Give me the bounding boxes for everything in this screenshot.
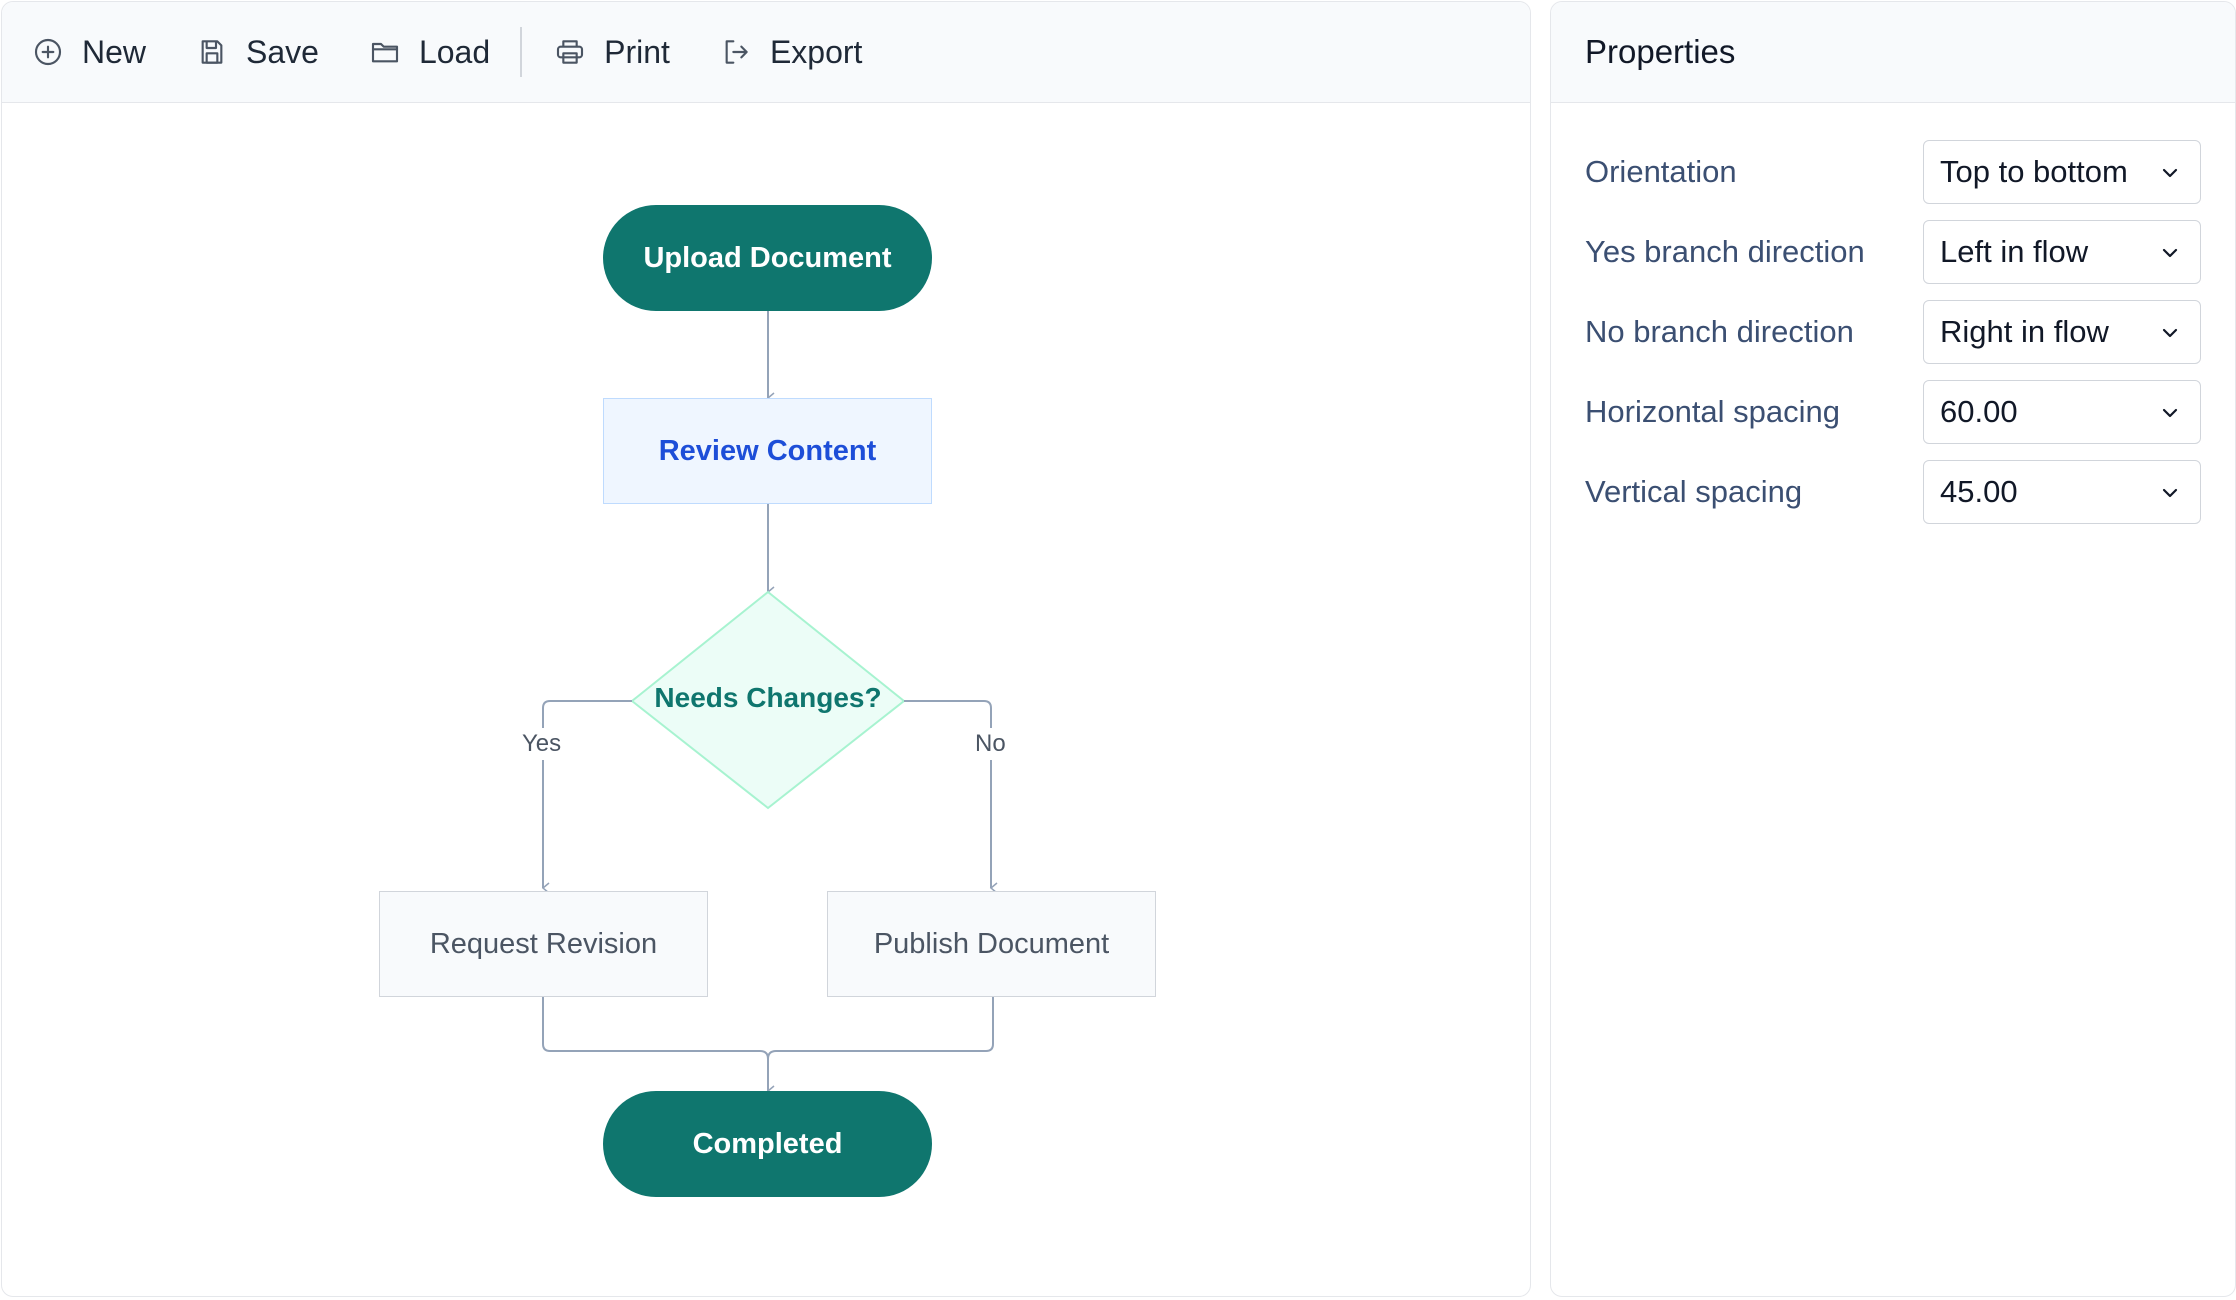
yes-branch-direction-select[interactable]: Left in flow xyxy=(1923,220,2201,284)
folder-icon xyxy=(369,36,401,68)
chevron-down-icon xyxy=(2162,328,2178,338)
property-yes-branch-direction: Yes branch direction Left in flow xyxy=(1585,220,2205,284)
print-label: Print xyxy=(604,33,670,70)
property-no-branch-direction: No branch direction Right in flow xyxy=(1585,300,2205,364)
node-publish-document[interactable]: Publish Document xyxy=(827,891,1156,997)
property-label: Orientation xyxy=(1585,154,1737,189)
properties-title: Properties xyxy=(1551,2,2235,103)
toolbar-divider xyxy=(520,27,523,77)
node-upload-document[interactable]: Upload Document xyxy=(603,205,932,311)
horizontal-spacing-select[interactable]: 60.00 xyxy=(1923,380,2201,444)
node-review-content-label: Review Content xyxy=(658,434,877,467)
node-upload-document-label: Upload Document xyxy=(643,241,892,274)
save-button[interactable]: Save xyxy=(196,22,319,82)
print-button[interactable]: Print xyxy=(554,22,670,82)
select-value: 45.00 xyxy=(1940,474,2018,509)
new-button[interactable]: New xyxy=(32,22,146,82)
node-needs-changes-label[interactable]: Needs Changes? xyxy=(618,682,918,714)
new-label: New xyxy=(82,33,147,70)
load-button[interactable]: Load xyxy=(369,22,490,82)
app-window: New Save Load Print Export Upload Docume… xyxy=(0,0,2236,1300)
diagram-canvas-panel: New Save Load Print Export Upload Docume… xyxy=(1,1,1531,1297)
connector-merge-right xyxy=(767,997,994,1060)
select-value: Left in flow xyxy=(1940,234,2089,269)
printer-icon xyxy=(554,36,586,68)
property-label: Vertical spacing xyxy=(1585,474,1803,509)
node-completed-label: Completed xyxy=(692,1127,843,1160)
orientation-select[interactable]: Top to bottom xyxy=(1923,140,2201,204)
property-label: No branch direction xyxy=(1585,314,1854,349)
select-value: 60.00 xyxy=(1940,394,2018,429)
node-completed[interactable]: Completed xyxy=(603,1091,932,1197)
property-label: Yes branch direction xyxy=(1585,234,1865,269)
toolbar: New Save Load Print Export xyxy=(2,2,1530,103)
plus-circle-icon xyxy=(32,36,64,68)
chevron-down-icon xyxy=(2162,248,2178,258)
flowchart-diagram: Upload Document Review Content Needs Cha… xyxy=(2,104,1530,1296)
select-value: Right in flow xyxy=(1940,314,2109,349)
load-label: Load xyxy=(418,33,491,70)
node-review-content[interactable]: Review Content xyxy=(603,398,932,504)
property-vertical-spacing: Vertical spacing 45.00 xyxy=(1585,460,2205,524)
vertical-spacing-select[interactable]: 45.00 xyxy=(1923,460,2201,524)
edge-label-yes: Yes xyxy=(518,728,566,760)
node-request-revision-label: Request Revision xyxy=(429,927,658,960)
node-publish-document-label: Publish Document xyxy=(873,927,1110,960)
chevron-down-icon xyxy=(2162,408,2178,418)
properties-panel: Properties Orientation Top to bottom Yes… xyxy=(1550,1,2236,1297)
export-icon xyxy=(720,36,752,68)
property-orientation: Orientation Top to bottom xyxy=(1585,140,2205,204)
node-request-revision[interactable]: Request Revision xyxy=(379,891,708,997)
property-horizontal-spacing: Horizontal spacing 60.00 xyxy=(1585,380,2205,444)
export-label: Export xyxy=(769,33,863,70)
chevron-down-icon xyxy=(2162,168,2178,178)
connector-merge-left xyxy=(542,997,769,1060)
export-button[interactable]: Export xyxy=(720,22,862,82)
no-branch-direction-select[interactable]: Right in flow xyxy=(1923,300,2201,364)
property-label: Horizontal spacing xyxy=(1585,394,1841,429)
select-value: Top to bottom xyxy=(1940,154,2128,189)
floppy-disk-icon xyxy=(196,36,228,68)
save-label: Save xyxy=(246,33,319,70)
edge-label-no: No xyxy=(971,728,1010,760)
chevron-down-icon xyxy=(2162,488,2178,498)
